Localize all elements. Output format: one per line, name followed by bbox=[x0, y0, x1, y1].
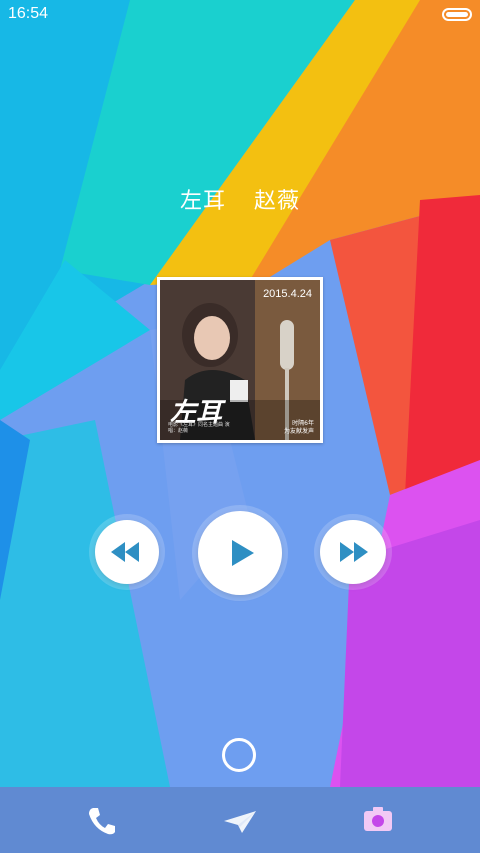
dock bbox=[0, 787, 480, 853]
album-cover[interactable]: 2015.4.24 左耳 电影《左耳》同名主题曲 演唱：赵薇 时隔6年 为友献发… bbox=[157, 277, 323, 443]
battery-icon bbox=[442, 8, 472, 21]
send-icon[interactable] bbox=[222, 805, 258, 837]
song-name: 左耳 bbox=[179, 189, 226, 214]
cover-slogan-line: 为友献发声 bbox=[283, 428, 314, 435]
cover-slogan: 时隔6年 为友献发声 bbox=[284, 420, 314, 436]
play-icon bbox=[232, 540, 254, 566]
unlock-ring[interactable] bbox=[222, 738, 256, 772]
cover-caption: 电影《左耳》同名主题曲 演唱：赵薇 bbox=[168, 422, 230, 434]
now-playing-title: 左耳 赵薇 bbox=[0, 183, 480, 215]
status-bar: 16:54 bbox=[0, 0, 480, 28]
cover-slogan-line: 时隔6年 bbox=[292, 420, 314, 427]
cover-date: 2015.4.24 bbox=[263, 288, 312, 300]
camera-icon[interactable] bbox=[362, 805, 394, 833]
previous-button[interactable] bbox=[95, 520, 159, 584]
rewind-icon bbox=[111, 542, 139, 562]
phone-icon[interactable] bbox=[86, 805, 118, 837]
next-button[interactable] bbox=[320, 520, 386, 584]
play-button[interactable] bbox=[198, 511, 282, 595]
status-time: 16:54 bbox=[8, 5, 49, 22]
fast-forward-icon bbox=[340, 542, 368, 562]
artist-name: 赵薇 bbox=[254, 189, 301, 214]
